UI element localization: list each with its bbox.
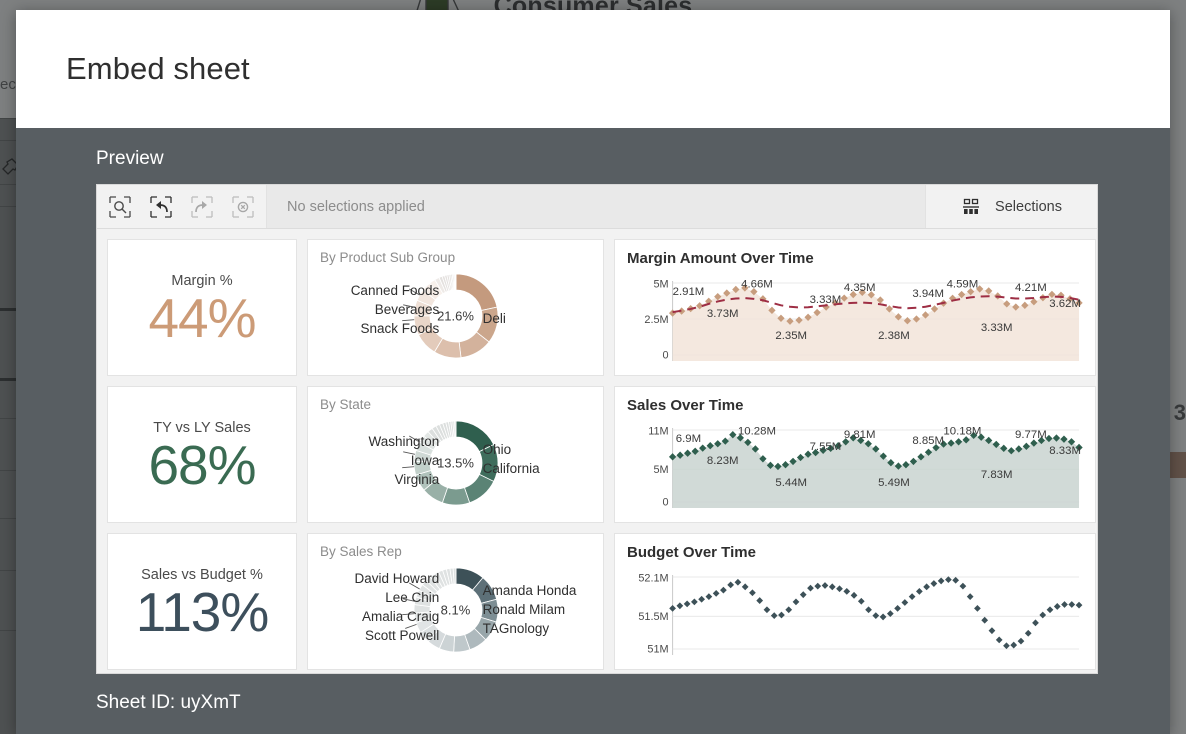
donut-title: By Product Sub Group [320, 250, 591, 265]
svg-text:2.5M: 2.5M [644, 314, 668, 326]
donut-right-labels: OhioCalifornia [483, 440, 540, 478]
svg-text:11M: 11M [648, 425, 668, 437]
selections-bar-icon [961, 197, 981, 217]
svg-text:0: 0 [663, 350, 669, 362]
svg-text:8.33M: 8.33M [1049, 445, 1081, 457]
donut-left-labels: David HowardLee ChinAmalia CraigScott Po… [354, 569, 439, 646]
embed-sheet-modal: Embed sheet Preview [16, 10, 1170, 734]
donut-center-value: 13.5% [437, 456, 474, 471]
svg-text:0: 0 [663, 497, 669, 509]
svg-text:3.94M: 3.94M [912, 288, 944, 300]
kpi-card-margin-percent[interactable]: Margin % 44% [107, 239, 297, 376]
donut-center-value: 8.1% [441, 603, 471, 618]
toolbar-icon-group [97, 185, 267, 228]
step-forward-icon[interactable] [191, 196, 213, 218]
chart-card-sales-over-time[interactable]: Sales Over Time 0 5M 11M 6.9M 8.23M 10.28M 5.4… [614, 386, 1096, 523]
kpi-card-sales-vs-budget-percent[interactable]: Sales vs Budget % 113% [107, 533, 297, 670]
donut-chart[interactable]: 13.5% WashingtonIowaVirginia OhioCalifor… [320, 414, 591, 512]
donut-chart[interactable]: 21.6% Canned FoodsBeveragesSnack Foods D… [320, 267, 591, 365]
screen: Consumer Sales ec 3 [0, 0, 1186, 734]
svg-text:4.59M: 4.59M [947, 278, 979, 290]
chart-plot-area[interactable]: 02.5M5M2.91M3.73M4.66M2.35M3.33M4.35M2.3… [627, 269, 1083, 369]
donut-right-labels: Amanda HondaRonald MilamTAGnology [483, 581, 577, 638]
selections-button-label: Selections [995, 199, 1062, 215]
donut-title: By Sales Rep [320, 544, 591, 559]
svg-text:3.73M: 3.73M [707, 308, 739, 320]
donut-card-by-product-sub-group[interactable]: By Product Sub Group 21.6% Canned FoodsB… [307, 239, 604, 376]
kpi-value: 44% [148, 291, 255, 346]
embedded-sheet-preview: No selections applied Selections [96, 184, 1098, 674]
svg-text:8.85M: 8.85M [912, 435, 944, 447]
modal-body: Preview [16, 128, 1170, 734]
kpi-card-ty-vs-ly-sales[interactable]: TY vs LY Sales 68% [107, 386, 297, 523]
chart-plot-area[interactable]: 0 5M 11M 6.9M 8.23M 10.28M 5.44M 7.55M9.81M 5.49… [627, 416, 1083, 516]
svg-text:5M: 5M [653, 278, 668, 290]
sheet-id-label: Sheet ID: uyXmT [96, 692, 241, 714]
svg-text:4.66M: 4.66M [741, 278, 773, 290]
selection-status-text: No selections applied [267, 185, 925, 228]
donut-title: By State [320, 397, 591, 412]
svg-text:9.81M: 9.81M [844, 429, 876, 441]
chart-card-budget-over-time[interactable]: Budget Over Time 51M 51.5M 52.1M [614, 533, 1096, 670]
svg-text:5.49M: 5.49M [878, 477, 910, 489]
modal-title: Embed sheet [66, 51, 250, 87]
svg-text:52.1M: 52.1M [638, 572, 668, 584]
svg-text:3.33M: 3.33M [981, 322, 1013, 334]
svg-text:6.9M: 6.9M [676, 433, 701, 445]
chart-title: Budget Over Time [627, 544, 1083, 561]
svg-text:3.62M: 3.62M [1049, 298, 1081, 310]
preview-label: Preview [96, 148, 1170, 170]
svg-text:4.35M: 4.35M [844, 282, 876, 294]
sheet-object-grid: Margin % 44% By Product Sub Group 21.6% … [97, 229, 1097, 680]
svg-text:2.38M: 2.38M [878, 330, 910, 342]
svg-text:7.83M: 7.83M [981, 469, 1013, 481]
donut-left-labels: WashingtonIowaVirginia [368, 432, 439, 489]
svg-text:51M: 51M [647, 644, 668, 656]
svg-text:2.35M: 2.35M [775, 330, 807, 342]
svg-text:5M: 5M [653, 464, 668, 476]
donut-center-value: 21.6% [437, 309, 474, 324]
donut-card-by-state[interactable]: By State 13.5% WashingtonIowaVirginia Oh… [307, 386, 604, 523]
chart-labels-svg: 02.5M5M2.91M3.73M4.66M2.35M3.33M4.35M2.3… [627, 269, 1083, 369]
selection-search-icon[interactable] [109, 196, 131, 218]
chart-labels-svg: 0 5M 11M 6.9M 8.23M 10.28M 5.44M 7.55M9.81M 5.49… [627, 416, 1083, 516]
svg-text:9.77M: 9.77M [1015, 429, 1047, 441]
donut-left-labels: Canned FoodsBeveragesSnack Foods [351, 281, 440, 338]
selections-button[interactable]: Selections [925, 185, 1097, 228]
svg-text:10.18M: 10.18M [943, 425, 981, 437]
donut-right-labels: Deli [483, 309, 506, 328]
svg-text:51.5M: 51.5M [638, 611, 668, 623]
chart-title: Sales Over Time [627, 397, 1083, 414]
svg-text:10.28M: 10.28M [738, 425, 776, 437]
svg-text:3.33M: 3.33M [810, 294, 842, 306]
svg-text:8.23M: 8.23M [707, 455, 739, 467]
svg-text:7.55M: 7.55M [810, 441, 842, 453]
kpi-value: 68% [148, 438, 255, 493]
step-back-icon[interactable] [150, 196, 172, 218]
chart-title: Margin Amount Over Time [627, 250, 1083, 267]
donut-card-by-sales-rep[interactable]: By Sales Rep 8.1% David HowardLee ChinAm… [307, 533, 604, 670]
chart-plot-area[interactable]: 51M 51.5M 52.1M [627, 563, 1083, 663]
kpi-value: 113% [136, 585, 269, 640]
sheet-toolbar: No selections applied Selections [97, 185, 1097, 229]
svg-text:2.91M: 2.91M [673, 286, 705, 298]
modal-header: Embed sheet [16, 10, 1170, 128]
chart-labels-svg: 51M 51.5M 52.1M [627, 563, 1083, 663]
clear-selections-icon[interactable] [232, 196, 254, 218]
donut-chart[interactable]: 8.1% David HowardLee ChinAmalia CraigSco… [320, 561, 591, 659]
svg-text:4.21M: 4.21M [1015, 282, 1047, 294]
chart-card-margin-amount-over-time[interactable]: Margin Amount Over Time 0 2.5M 5M 2.91M3.73… [614, 239, 1096, 376]
svg-text:5.44M: 5.44M [775, 477, 807, 489]
